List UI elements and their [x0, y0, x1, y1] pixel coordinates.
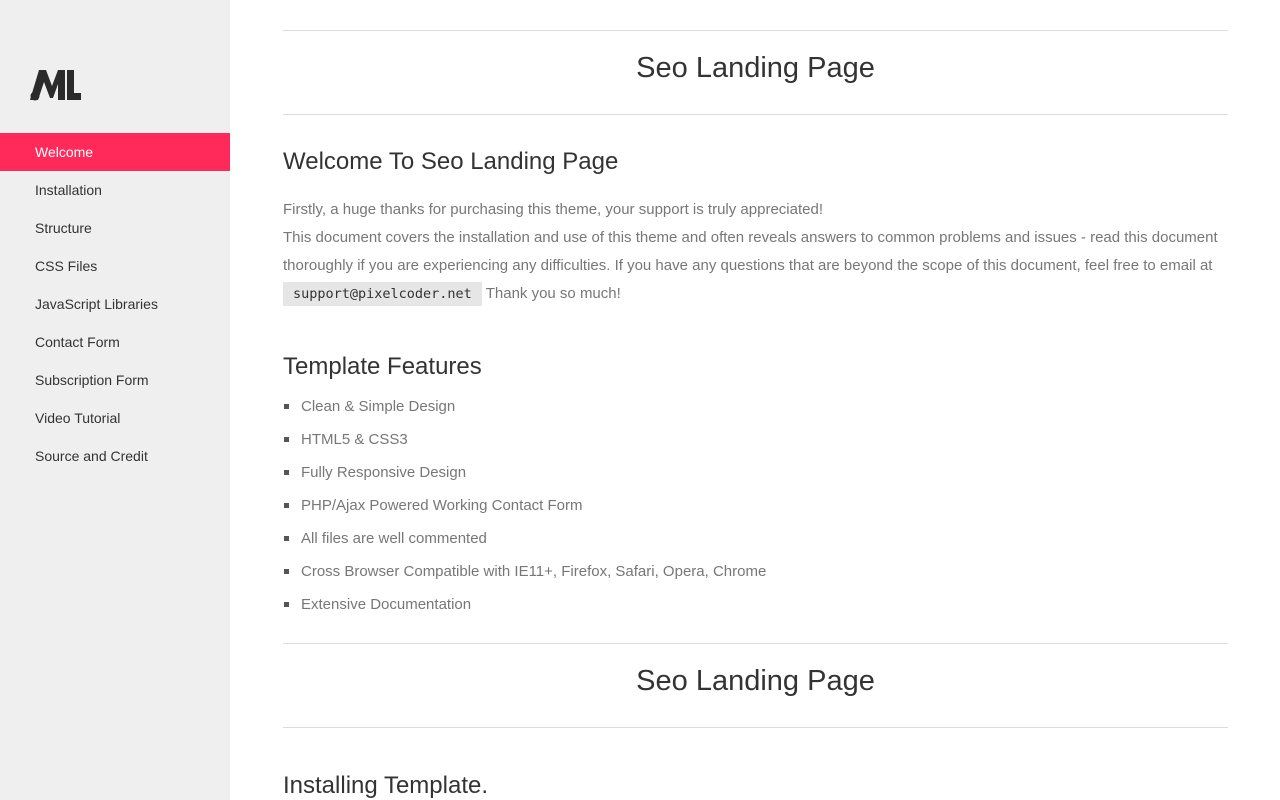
- intro-thanks: Thank you so much!: [485, 285, 621, 302]
- sidebar-nav: Welcome Installation Structure CSS Files…: [0, 133, 230, 475]
- list-item: Fully Responsive Design: [283, 456, 766, 489]
- page-title: Seo Landing Page: [636, 52, 875, 84]
- sidebar: Welcome Installation Structure CSS Files…: [0, 0, 230, 800]
- sidebar-item-css-files[interactable]: CSS Files: [0, 247, 230, 285]
- sidebar-item-contact-form[interactable]: Contact Form: [0, 323, 230, 361]
- list-item: PHP/Ajax Powered Working Contact Form: [283, 489, 766, 522]
- divider: [283, 643, 1228, 644]
- list-item: All files are well commented: [283, 522, 766, 555]
- main-content: Seo Landing Page Welcome To Seo Landing …: [283, 0, 1228, 800]
- list-item: Extensive Documentation: [283, 588, 766, 621]
- intro-body: This document covers the installation an…: [283, 229, 1218, 274]
- section-heading-features: Template Features: [283, 353, 482, 380]
- feature-list: Clean & Simple Design HTML5 & CSS3 Fully…: [283, 390, 766, 621]
- sidebar-item-structure[interactable]: Structure: [0, 209, 230, 247]
- section-heading-installing: Installing Template.: [283, 772, 489, 799]
- sidebar-item-source-and-credit[interactable]: Source and Credit: [0, 437, 230, 475]
- intro-paragraph: This document covers the installation an…: [283, 224, 1228, 308]
- sidebar-item-welcome[interactable]: Welcome: [0, 133, 230, 171]
- logo-icon[interactable]: [30, 68, 82, 102]
- list-item: Clean & Simple Design: [283, 390, 766, 423]
- intro-line-thanks: Firstly, a huge thanks for purchasing th…: [283, 201, 823, 218]
- sidebar-item-video-tutorial[interactable]: Video Tutorial: [0, 399, 230, 437]
- divider: [283, 727, 1228, 728]
- divider: [283, 30, 1228, 31]
- intro-text: Firstly, a huge thanks for purchasing th…: [283, 196, 1228, 308]
- divider: [283, 114, 1228, 115]
- list-item: Cross Browser Compatible with IE11+, Fir…: [283, 555, 766, 588]
- list-item: HTML5 & CSS3: [283, 423, 766, 456]
- sidebar-item-installation[interactable]: Installation: [0, 171, 230, 209]
- support-email[interactable]: support@pixelcoder.net: [283, 282, 482, 306]
- sidebar-item-subscription-form[interactable]: Subscription Form: [0, 361, 230, 399]
- section-heading-welcome: Welcome To Seo Landing Page: [283, 148, 619, 175]
- sidebar-item-javascript-libraries[interactable]: JavaScript Libraries: [0, 285, 230, 323]
- page-title: Seo Landing Page: [636, 665, 875, 697]
